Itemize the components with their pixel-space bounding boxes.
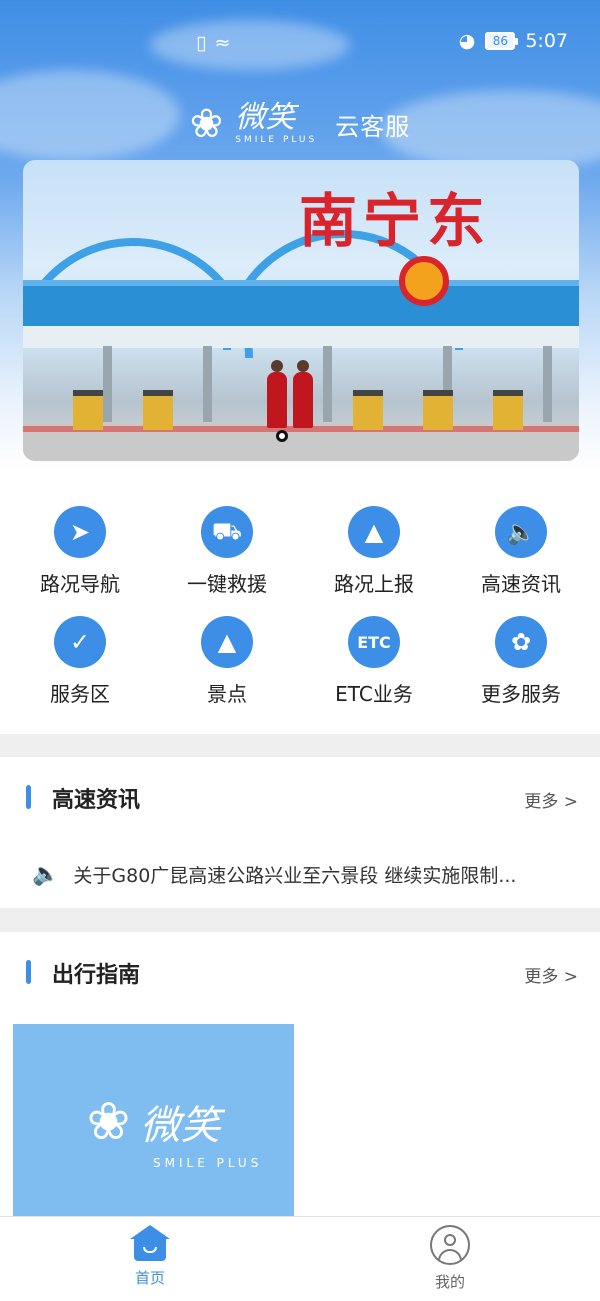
banner-carousel[interactable]: 南宁东 xyxy=(23,160,579,461)
mountain-pin-icon: ▲ xyxy=(201,616,253,668)
service-label: 一键救援 xyxy=(187,572,267,596)
toll-booth xyxy=(423,390,453,430)
service-label: 景点 xyxy=(207,682,247,706)
toll-booth xyxy=(353,390,383,430)
speaker-icon: 🔈 xyxy=(495,506,547,558)
service-more[interactable]: ✿ 更多服务 xyxy=(446,616,596,726)
service-report[interactable]: ▲ 路况上报 xyxy=(299,506,449,616)
tab-mine[interactable]: 我的 xyxy=(390,1225,510,1292)
service-service-area[interactable]: ✓ 服务区 xyxy=(5,616,155,726)
announcement-speaker-icon: 🔈 xyxy=(32,862,60,887)
alarm-light-icon: ▲ xyxy=(348,506,400,558)
map-pin-route-icon: ✓ xyxy=(54,616,106,668)
section-accent-bar xyxy=(26,960,31,984)
user-profile-icon xyxy=(430,1225,470,1265)
service-rescue[interactable]: ⛟ 一键救援 xyxy=(152,506,302,616)
tab-home-label: 首页 xyxy=(134,1269,165,1287)
toll-booth xyxy=(73,390,103,430)
staff-figure xyxy=(267,360,287,428)
home-icon xyxy=(130,1225,170,1261)
news-more-link[interactable]: 更多 > xyxy=(524,787,578,812)
clock: 5:07 xyxy=(525,30,568,52)
service-etc[interactable]: ETC ETC业务 xyxy=(299,616,449,726)
news-header: 高速资讯 更多 > xyxy=(0,757,600,837)
guide-title: 出行指南 xyxy=(52,963,141,988)
guide-card-image[interactable]: ❀ 微笑 SMILE PLUS xyxy=(13,1024,294,1219)
service-label: ETC业务 xyxy=(335,682,413,706)
smile-logo-icon: ❀ xyxy=(189,101,224,147)
guide-more-link[interactable]: 更多 > xyxy=(524,962,578,987)
four-petal-grid-icon: ✿ xyxy=(495,616,547,668)
toll-booth xyxy=(143,390,173,430)
service-scenic[interactable]: ▲ 景点 xyxy=(152,616,302,726)
guide-header: 出行指南 更多 > xyxy=(0,932,600,1012)
service-label: 路况上报 xyxy=(334,572,414,596)
pillar xyxy=(103,346,112,426)
logo: 微笑 SMILE PLUS xyxy=(235,100,318,146)
service-title: 云客服 xyxy=(335,112,411,141)
navigation-arrow-icon: ➤ xyxy=(54,506,106,558)
service-label: 路况导航 xyxy=(40,572,120,596)
pillar xyxy=(543,346,552,426)
banner-station-name: 南宁东 xyxy=(299,187,492,255)
toll-booth xyxy=(493,390,523,430)
company-emblem xyxy=(399,256,449,306)
staff-figure xyxy=(293,360,313,428)
tab-home[interactable]: 首页 xyxy=(90,1225,210,1288)
status-bar: ▯ ≈ ◕ 86 5:07 xyxy=(0,28,600,62)
bottom-tab-bar: 首页 我的 xyxy=(0,1216,600,1301)
guide-logo-text: 微笑 xyxy=(140,1102,221,1149)
toll-canopy xyxy=(23,280,579,326)
guide-logo-subtext: SMILE PLUS xyxy=(153,1156,263,1170)
service-news[interactable]: 🔈 高速资讯 xyxy=(446,506,596,616)
section-accent-bar xyxy=(26,785,31,809)
wifi-icon: ≈ xyxy=(214,32,231,54)
tab-mine-label: 我的 xyxy=(434,1273,465,1291)
service-label: 服务区 xyxy=(50,682,110,706)
news-item-text: 关于G80广昆高速公路兴业至六景段 继续实施限制... xyxy=(73,865,517,887)
news-section: 高速资讯 更多 > 🔈 关于G80广昆高速公路兴业至六景段 继续实施限制... xyxy=(0,757,600,908)
news-title: 高速资讯 xyxy=(52,788,141,813)
smile-logo-icon: ❀ xyxy=(86,1091,131,1152)
header-area: ▯ ≈ ◕ 86 5:07 ❀ 微笑 SMILE PLUS 云客服 南宁东 xyxy=(0,0,600,470)
sim-icon: ▯ xyxy=(196,32,207,54)
service-label: 更多服务 xyxy=(481,682,561,706)
service-grid: ➤ 路况导航 ⛟ 一键救援 ▲ 路况上报 🔈 高速资讯 ✓ 服务区 ▲ 景点 E… xyxy=(0,470,600,734)
service-road-navigation[interactable]: ➤ 路况导航 xyxy=(5,506,155,616)
etc-icon: ETC xyxy=(348,616,400,668)
battery-icon: 86 xyxy=(485,32,519,50)
logo-subtext: SMILE PLUS xyxy=(235,135,318,145)
service-label: 高速资讯 xyxy=(481,572,561,596)
guide-section: 出行指南 更多 > ❀ 微笑 SMILE PLUS xyxy=(0,932,600,1219)
logo-text: 微笑 xyxy=(235,100,296,135)
pillar xyxy=(203,346,212,426)
news-item[interactable]: 🔈 关于G80广昆高速公路兴业至六景段 继续实施限制... xyxy=(32,861,572,888)
pillar xyxy=(323,346,332,426)
carousel-indicator[interactable] xyxy=(276,430,288,442)
toll-canopy-lower xyxy=(23,326,579,348)
app-brand: ❀ 微笑 SMILE PLUS 云客服 xyxy=(0,96,600,152)
data-speed-icon: ◕ xyxy=(458,30,476,52)
tow-truck-icon: ⛟ xyxy=(201,506,253,558)
